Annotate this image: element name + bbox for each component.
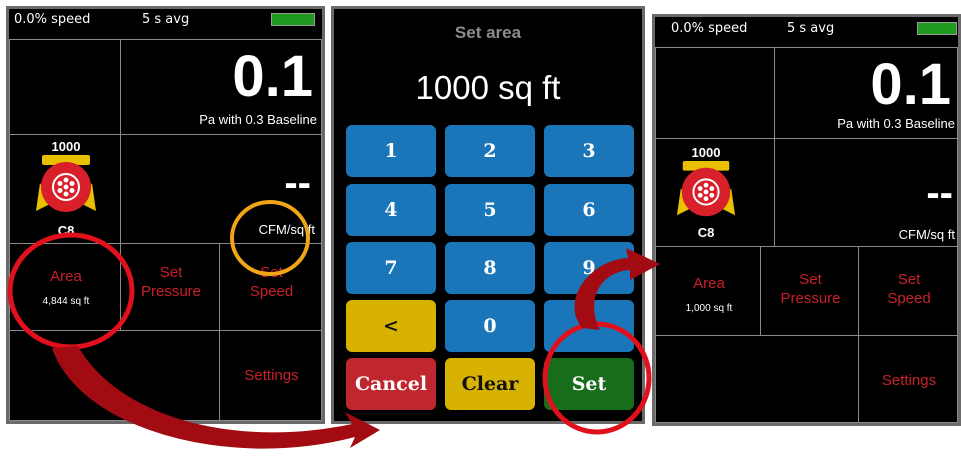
- speed-readout: 0.0% speed: [671, 21, 748, 36]
- key-1[interactable]: 1: [346, 125, 436, 177]
- fan-ring-icon: [676, 160, 736, 217]
- meter-label-bottom: C8: [57, 223, 75, 238]
- key-3[interactable]: 3: [544, 125, 634, 177]
- flow-unit: CFM/sq ft: [898, 227, 955, 242]
- set-pressure-label: Set Pressure: [140, 264, 202, 300]
- set-speed-label: Set Speed: [887, 271, 931, 307]
- area-label: Area: [693, 275, 725, 292]
- blank-key[interactable]: [544, 300, 634, 352]
- fan-ring-icon: [36, 155, 96, 212]
- area-value: 4,844 sq ft: [42, 296, 90, 307]
- key-6[interactable]: 6: [544, 184, 634, 236]
- meter-cell[interactable]: 1000 C8: [655, 138, 775, 247]
- key-2[interactable]: 2: [445, 125, 535, 177]
- set-button[interactable]: Set: [544, 358, 634, 410]
- flow-readout-cell: -- CFM/sq ft: [120, 134, 322, 244]
- pressure-value: 0.1: [870, 52, 951, 117]
- set-speed-label: Set Speed: [249, 264, 294, 300]
- area-label: Area: [50, 268, 82, 285]
- speed-readout: 0.0% speed: [14, 12, 91, 27]
- settings-button[interactable]: Settings: [858, 335, 958, 423]
- before-screen: 0.0% speed 5 s avg 0.1 Pa with 0.3 Basel…: [6, 6, 325, 424]
- area-value: 1,000 sq ft: [685, 303, 733, 314]
- pressure-readout-cell: 0.1 Pa with 0.3 Baseline: [774, 47, 958, 139]
- entry-value-display: 1000 sq ft: [415, 69, 561, 106]
- set-pressure-button[interactable]: Set Pressure: [760, 246, 859, 336]
- flow-readout-cell: -- CFM/sq ft: [774, 138, 958, 247]
- meter-label-top: 1000: [51, 139, 81, 154]
- set-speed-button[interactable]: Set Speed: [219, 243, 322, 331]
- clear-button[interactable]: Clear: [445, 358, 535, 410]
- settings-label: Settings: [881, 372, 937, 389]
- meter-cell[interactable]: 1000 C8: [9, 134, 121, 244]
- meter-label-bottom: C8: [697, 225, 715, 240]
- keypad-screen: Set area 1000 sq ft 1 2 3 4 5 6 7 8 9 < …: [331, 6, 645, 424]
- area-button[interactable]: Area 4,844 sq ft: [9, 243, 121, 331]
- key-5[interactable]: 5: [445, 184, 535, 236]
- pressure-unit: Pa with 0.3 Baseline: [199, 112, 317, 127]
- averaging-readout: 5 s avg: [787, 21, 835, 36]
- cancel-button[interactable]: Cancel: [346, 358, 436, 410]
- blank-cell: [9, 330, 220, 421]
- set-speed-button[interactable]: Set Speed: [858, 246, 958, 336]
- flow-value: --: [926, 171, 953, 215]
- key-0[interactable]: 0: [445, 300, 535, 352]
- set-pressure-label: Set Pressure: [780, 271, 841, 307]
- dialog-title: Set area: [454, 23, 522, 42]
- pressure-unit: Pa with 0.3 Baseline: [837, 116, 955, 131]
- blank-cell: [655, 47, 775, 139]
- flow-value: --: [284, 161, 311, 205]
- settings-label: Settings: [244, 367, 299, 384]
- meter-label-top: 1000: [691, 145, 721, 160]
- key-8[interactable]: 8: [445, 242, 535, 294]
- battery-icon: [271, 13, 315, 26]
- key-4[interactable]: 4: [346, 184, 436, 236]
- backspace-key[interactable]: <: [346, 300, 436, 352]
- set-pressure-button[interactable]: Set Pressure: [120, 243, 220, 331]
- pressure-value: 0.1: [232, 44, 313, 109]
- blank-cell: [9, 39, 121, 135]
- area-button[interactable]: Area 1,000 sq ft: [655, 246, 761, 336]
- averaging-readout: 5 s avg: [142, 12, 190, 27]
- key-7[interactable]: 7: [346, 242, 436, 294]
- flow-unit: CFM/sq ft: [258, 222, 315, 237]
- after-screen: 0.0% speed 5 s avg 0.1 Pa with 0.3 Basel…: [652, 14, 961, 426]
- pressure-readout-cell: 0.1 Pa with 0.3 Baseline: [120, 39, 322, 135]
- battery-icon: [917, 22, 957, 35]
- settings-button[interactable]: Settings: [219, 330, 322, 421]
- blank-cell: [655, 335, 859, 423]
- key-9[interactable]: 9: [544, 242, 634, 294]
